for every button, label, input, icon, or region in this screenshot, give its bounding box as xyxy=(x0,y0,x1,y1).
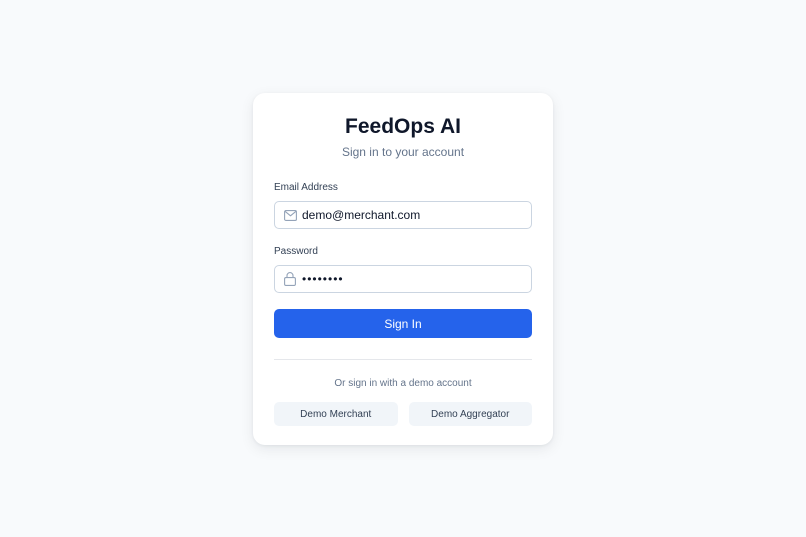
page-title: FeedOps AI xyxy=(345,115,461,138)
password-input[interactable] xyxy=(275,266,531,292)
demo-account-prompt: Or sign in with a demo account xyxy=(334,378,472,389)
password-field-wrapper[interactable] xyxy=(274,265,532,293)
mail-icon xyxy=(283,208,297,222)
email-field-wrapper[interactable] xyxy=(274,201,532,229)
divider xyxy=(274,359,532,360)
password-label: Password xyxy=(274,246,318,257)
demo-aggregator-button[interactable]: Demo Aggregator xyxy=(408,402,532,426)
demo-merchant-button[interactable]: Demo Merchant xyxy=(274,402,398,426)
sign-in-button[interactable]: Sign In xyxy=(274,309,532,338)
lock-icon xyxy=(283,272,297,286)
email-label: Email Address xyxy=(274,182,338,193)
email-input[interactable] xyxy=(275,202,531,228)
login-card: FeedOps AI Sign in to your account Email… xyxy=(253,93,553,445)
page-subtitle: Sign in to your account xyxy=(341,145,465,159)
demo-buttons-row: Demo Merchant Demo Aggregator xyxy=(274,402,532,426)
